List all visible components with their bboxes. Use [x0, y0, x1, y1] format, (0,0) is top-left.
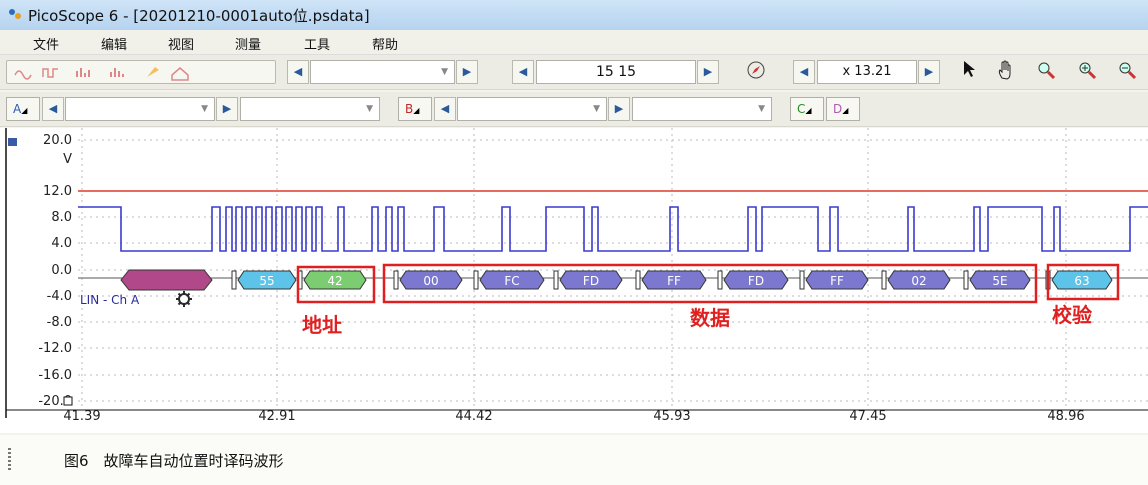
- y-tick-label: -4.0: [47, 289, 72, 304]
- next-button[interactable]: ▶: [456, 60, 478, 84]
- app-icon: [9, 9, 21, 19]
- axis-marker-icon: [63, 396, 73, 406]
- frame-divider: [799, 270, 805, 290]
- frame-divider: [717, 270, 723, 290]
- checksum-annotation: 校验: [1052, 303, 1092, 327]
- signal-trace: [78, 206, 1148, 252]
- zoom-next-button[interactable]: ▶: [918, 60, 940, 84]
- zoom-region-icon[interactable]: [1032, 60, 1060, 84]
- gear-icon[interactable]: [176, 291, 192, 307]
- scope-graph: 20.0V12.08.04.00.0-4.0-8.0-12.0-16.0-20.…: [5, 128, 1148, 424]
- channel-a-button[interactable]: A◢: [6, 97, 40, 121]
- y-axis: 20.0V12.08.04.00.0-4.0-8.0-12.0-16.0-20.…: [38, 133, 73, 409]
- picoscope-window: PicoScope 6 - [20201210-0001auto位.psdata…: [0, 0, 1148, 435]
- x-axis: 41.39 42.91 44.42 45.93 47.45 48.96: [6, 409, 1148, 424]
- frame-divider: [553, 270, 559, 290]
- frame-divider: [635, 270, 641, 290]
- window-title: PicoScope 6 - [20201210-0001auto位.psdata…: [28, 7, 370, 25]
- buffer-prev-button[interactable]: ◀: [512, 60, 534, 84]
- channel-b-coupling-select[interactable]: ▼: [632, 97, 772, 121]
- decoded-byte-value: FC: [504, 274, 519, 288]
- decoded-byte-value: 63: [1074, 274, 1089, 288]
- y-tick-label: 8.0: [51, 210, 72, 225]
- x-tick-label: 44.42: [455, 409, 492, 424]
- compass-icon[interactable]: [742, 60, 770, 84]
- timebase-select[interactable]: ▼: [310, 60, 455, 84]
- decoded-byte-value: 00: [423, 274, 438, 288]
- view-tools-group: [6, 60, 276, 84]
- channel-b-range-prev[interactable]: ◀: [434, 97, 456, 121]
- margin-mark: [8, 448, 11, 470]
- y-tick-label: V: [63, 152, 72, 167]
- menu-edit[interactable]: 编辑: [101, 34, 127, 53]
- channel-a-coupling-select[interactable]: ▼: [240, 97, 380, 121]
- view-tool-icons: [14, 67, 189, 81]
- channel-d-button[interactable]: D◢: [826, 97, 860, 121]
- decoded-byte-value: 02: [911, 274, 926, 288]
- menu-view[interactable]: 视图: [168, 34, 194, 53]
- frame-divider: [393, 270, 399, 290]
- channel-b-range-next[interactable]: ▶: [608, 97, 630, 121]
- decoded-byte-value: 55: [259, 274, 274, 288]
- decoded-byte-value: FF: [830, 274, 844, 288]
- y-tick-label: -12.0: [38, 341, 72, 356]
- decoded-byte-value: 5E: [992, 274, 1007, 288]
- channel-c-button[interactable]: C◢: [790, 97, 824, 121]
- decoded-byte-value: FD: [583, 274, 599, 288]
- menu-tools[interactable]: 工具: [304, 34, 330, 53]
- channel-a-scale-marker: [8, 138, 17, 146]
- menu-file[interactable]: 文件: [33, 34, 59, 53]
- decoded-byte-value: FD: [748, 274, 764, 288]
- address-annotation: 地址: [302, 313, 342, 337]
- y-tick-label: 12.0: [43, 184, 72, 199]
- buffer-next-button[interactable]: ▶: [697, 60, 719, 84]
- zoom-in-icon[interactable]: [1073, 60, 1101, 84]
- figure-caption: 图6 故障车自动位置时译码波形: [64, 452, 284, 470]
- grid-lines: [78, 128, 1148, 408]
- frame-divider: [473, 270, 479, 290]
- y-tick-label: -8.0: [47, 315, 72, 330]
- x-tick-label: 48.96: [1047, 409, 1084, 424]
- menu-help[interactable]: 帮助: [372, 34, 398, 53]
- channel-a-range-next[interactable]: ▶: [216, 97, 238, 121]
- y-tick-label: -16.0: [38, 368, 72, 383]
- y-tick-label: 20.0: [43, 133, 72, 148]
- prev-button[interactable]: ◀: [287, 60, 309, 84]
- zoom-factor-field[interactable]: x 13.21: [817, 60, 917, 84]
- x-tick-label: 47.45: [849, 409, 886, 424]
- decoder-label: LIN - Ch A: [80, 293, 140, 307]
- frame-divider: [881, 270, 887, 290]
- x-tick-label: 45.93: [653, 409, 690, 424]
- hand-icon[interactable]: [992, 60, 1020, 84]
- channel-a-range-select[interactable]: ▼: [65, 97, 215, 121]
- zoom-out-icon[interactable]: [1113, 60, 1141, 84]
- frame-divider: [963, 270, 969, 290]
- scope-view[interactable]: 20.0 V 12.0 8.0 4.0 0.0 -4.0 -8.0 -12.0 -16.0 -20.…: [0, 128, 1148, 433]
- decoded-byte-value: FF: [667, 274, 681, 288]
- pointer-icon[interactable]: [955, 60, 983, 84]
- decoded-byte-value: 42: [327, 274, 342, 288]
- menu-bar: 文件 编辑 视图 测量 工具 帮助: [0, 30, 1148, 55]
- buffer-navigator-field[interactable]: 15 15: [536, 60, 696, 84]
- main-toolbar: ◀ ▼ ▶ ◀ 15 15 ▶ ◀ x 13.21 ▶: [0, 55, 1148, 90]
- channel-a-range-prev[interactable]: ◀: [42, 97, 64, 121]
- y-tick-label: 4.0: [51, 236, 72, 251]
- channel-b-button[interactable]: B◢: [398, 97, 432, 121]
- x-tick-label: 41.39: [63, 409, 100, 424]
- lin-decoder-track: 55 42 00 FC FD FF FD FF 02 5E 63: [120, 269, 1113, 291]
- frame-divider: [231, 270, 237, 290]
- menu-measure[interactable]: 测量: [235, 34, 261, 53]
- x-tick-label: 42.91: [258, 409, 295, 424]
- y-tick-label: 0.0: [51, 263, 72, 278]
- data-annotation: 数据: [690, 306, 730, 330]
- channel-b-range-select[interactable]: ▼: [457, 97, 607, 121]
- break-field-packet: [120, 269, 213, 291]
- title-bar: PicoScope 6 - [20201210-0001auto位.psdata…: [0, 0, 1148, 30]
- channel-toolbar: A◢ ◀ ▼ ▶ ▼ B◢ ◀ ▼ ▶ ▼ C◢ D◢: [0, 92, 1148, 127]
- zoom-prev-button[interactable]: ◀: [793, 60, 815, 84]
